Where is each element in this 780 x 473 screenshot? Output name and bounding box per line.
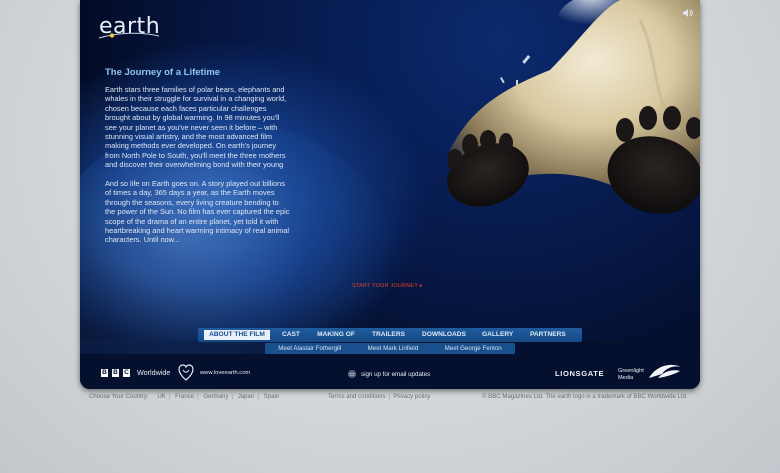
nav-making-of[interactable]: MAKING OF [317, 330, 355, 340]
bbc-letter: B [112, 368, 119, 377]
country-selector: Choose Your Country: UK | France | Germany… [89, 393, 280, 400]
country-germany[interactable]: Germany [203, 393, 228, 400]
bbc-letter: B [101, 368, 108, 377]
loveearth-icon [178, 364, 194, 381]
subnav-george-fenton[interactable]: Meet George Fenton [445, 345, 502, 352]
nav-about-the-film[interactable]: ABOUT THE FILM [204, 330, 270, 340]
country-france[interactable]: France [175, 393, 194, 400]
content-paragraph: And so life on Earth goes on. A story pl… [105, 179, 290, 245]
lionsgate-logo[interactable]: LIONSGATE [555, 369, 604, 378]
content-title: The Journey of a Lifetime [105, 67, 221, 78]
copyright: © BBC Magazines Ltd. The earth logo is a… [482, 393, 687, 400]
loveearth-url: www.loveearth.com [200, 370, 251, 376]
nav-trailers[interactable]: TRAILERS [372, 330, 405, 340]
greenlight-line1: Greenlight [618, 368, 644, 374]
email-signup-label: sign up for email updates [361, 370, 431, 378]
start-journey-link[interactable]: START YOUR JOURNEY ▸ [352, 283, 423, 289]
email-signup[interactable]: sign up for email updates [348, 370, 430, 378]
privacy-link[interactable]: Privacy policy [393, 393, 430, 400]
subnav-mark-linfield[interactable]: Meet Mark Linfield [368, 345, 419, 352]
content-body: Earth stars three families of polar bear… [105, 85, 290, 254]
main-nav: ABOUT THE FILM CAST MAKING OF TRAILERS D… [198, 328, 582, 342]
nav-downloads[interactable]: DOWNLOADS [422, 330, 466, 340]
legal-links: Terms and conditions | Privacy policy [328, 393, 431, 400]
main-panel: earth The Journey of a Lifetime Earth st… [80, 0, 700, 389]
earth-swoosh-icon [98, 32, 160, 39]
nav-gallery[interactable]: GALLERY [482, 330, 513, 340]
country-spain[interactable]: Spain [264, 393, 280, 400]
terms-link[interactable]: Terms and conditions [328, 393, 386, 400]
sub-nav: Meet Alastair Fothergill Meet Mark Linfi… [265, 343, 515, 354]
greenlight-line2: Media [618, 374, 634, 381]
country-japan[interactable]: Japan [238, 393, 255, 400]
loveearth-logo[interactable]: www.loveearth.com [178, 364, 250, 382]
country-uk[interactable]: UK [157, 393, 165, 400]
bbc-letter: C [123, 368, 130, 377]
sound-icon[interactable] [682, 8, 693, 18]
greenlight-label: Greenlight Media [618, 368, 644, 381]
content-paragraph: Earth stars three families of polar bear… [105, 85, 287, 170]
bbc-worldwide-logo[interactable]: B B C Worldwide [101, 368, 170, 377]
polar-bear-image [447, 0, 700, 214]
country-label: Choose Your Country: [89, 393, 149, 400]
nav-partners[interactable]: PARTNERS [530, 330, 566, 340]
greenlight-icon [649, 364, 681, 378]
subnav-alastair-fothergill[interactable]: Meet Alastair Fothergill [278, 345, 341, 352]
bbc-worldwide-label: Worldwide [137, 368, 171, 377]
nav-cast[interactable]: CAST [282, 330, 300, 340]
email-icon [348, 370, 356, 378]
